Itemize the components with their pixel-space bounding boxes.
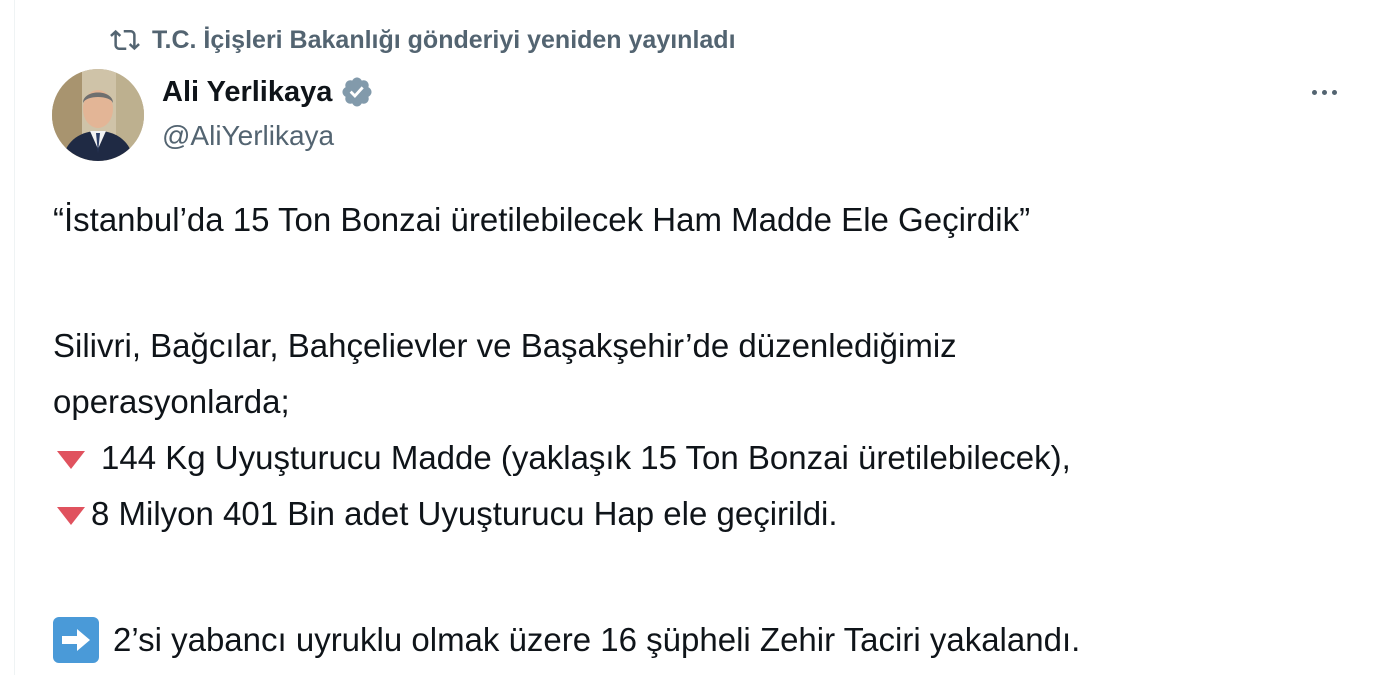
tweet-item-2-text: 8 Milyon 401 Bin adet Uyuşturucu Hap ele… [91, 495, 838, 532]
tweet-intro-line1: Silivri, Bağcılar, Bahçelievler ve Başak… [53, 327, 957, 364]
repost-icon [110, 25, 140, 55]
red-triangle-down-icon [57, 507, 85, 525]
more-options-icon [1311, 89, 1317, 95]
more-options-icon-dot [1321, 89, 1327, 95]
author-block: Ali Yerlikaya @AliYerlikaya [162, 72, 374, 152]
tweet-item-2: 8 Milyon 401 Bin adet Uyuşturucu Hap ele… [53, 486, 1353, 542]
author-name-row: Ali Yerlikaya [162, 72, 374, 112]
tweet-item-1-text: 144 Kg Uyuşturucu Madde (yaklaşık 15 Ton… [101, 439, 1071, 476]
red-triangle-down-icon [57, 451, 85, 469]
repost-text[interactable]: T.C. İçişleri Bakanlığı gönderiyi yenide… [152, 26, 736, 55]
tweet-intro-line2: operasyonlarda; [53, 383, 290, 420]
repost-indicator[interactable]: T.C. İçişleri Bakanlığı gönderiyi yenide… [110, 22, 736, 58]
author-handle[interactable]: @AliYerlikaya [162, 120, 374, 152]
more-options-icon-dot [1331, 89, 1337, 95]
tweet-conclusion-text: 2’si yabancı uyruklu olmak üzere 16 şüph… [113, 621, 1081, 658]
avatar[interactable] [52, 69, 144, 161]
tweet-conclusion: 2’si yabancı uyruklu olmak üzere 16 şüph… [53, 612, 1353, 668]
verified-badge-icon[interactable] [340, 75, 374, 109]
right-arrow-emoji-icon [53, 617, 99, 663]
tweet-headline: “İstanbul’da 15 Ton Bonzai üretilebilece… [53, 201, 1031, 238]
more-options-button[interactable] [1300, 72, 1348, 112]
author-name[interactable]: Ali Yerlikaya [162, 76, 332, 109]
timeline-border [14, 0, 15, 675]
tweet-card[interactable]: T.C. İçişleri Bakanlığı gönderiyi yenide… [0, 0, 1382, 675]
tweet-item-1: 144 Kg Uyuşturucu Madde (yaklaşık 15 Ton… [53, 430, 1353, 486]
tweet-text: “İstanbul’da 15 Ton Bonzai üretilebilece… [53, 192, 1353, 668]
